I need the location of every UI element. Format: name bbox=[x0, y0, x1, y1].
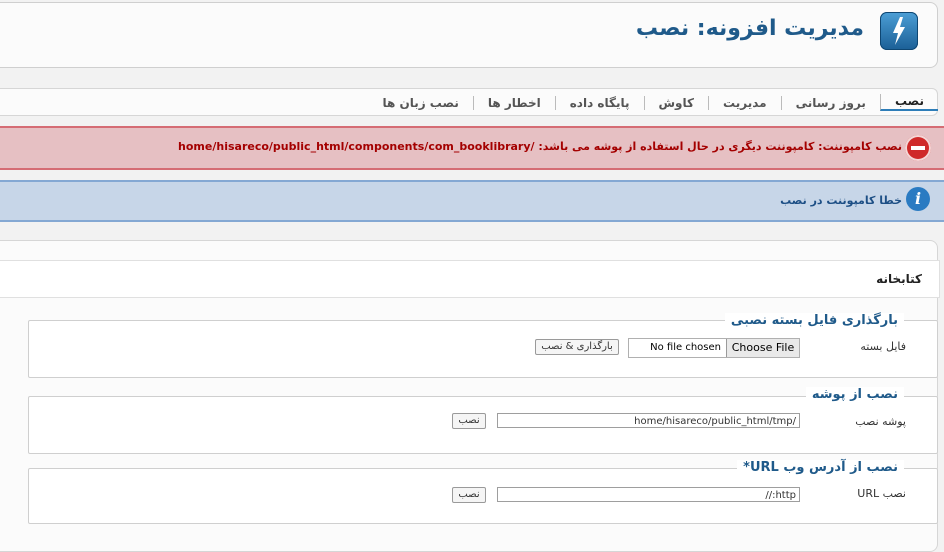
install-folder-label: پوشه نصب bbox=[855, 415, 906, 428]
no-file-text: No file chosen bbox=[650, 342, 721, 353]
info-message: خطا کامپوننت در نصب bbox=[780, 194, 902, 207]
info-icon: i bbox=[906, 187, 930, 211]
error-message: نصب کامپوننت: کامپوننت دیگری در حال استف… bbox=[178, 140, 902, 153]
error-minus-icon bbox=[905, 135, 931, 161]
upload-legend: بارگذاری فایل بسته نصبی bbox=[724, 313, 904, 328]
install-folder-input[interactable]: /home/hisareco/public_html/tmp bbox=[497, 413, 800, 428]
url-legend: نصب از آدرس وب URL* bbox=[737, 460, 904, 475]
install-url-input[interactable]: http:// bbox=[497, 487, 800, 502]
section-title-bar bbox=[0, 260, 940, 298]
tabs: نصب بروز رسانی مدیریت کاوش پایگاه داده ا… bbox=[368, 94, 938, 111]
bolt-icon-graphic bbox=[893, 17, 905, 45]
package-file-label: فایل بسته bbox=[860, 340, 906, 353]
tab-database[interactable]: پایگاه داده bbox=[554, 95, 644, 110]
install-url-label: نصب URL bbox=[857, 487, 906, 500]
upload-package-fieldset bbox=[28, 320, 938, 378]
bolt-icon bbox=[880, 12, 918, 50]
tab-update[interactable]: بروز رسانی bbox=[780, 95, 880, 110]
url-install-button[interactable]: نصب bbox=[452, 487, 486, 503]
tab-warnings[interactable]: اخطار ها bbox=[472, 95, 555, 110]
tab-install-languages[interactable]: نصب زبان ها bbox=[368, 96, 472, 110]
section-title: کتابخانه bbox=[876, 272, 922, 286]
upload-install-button[interactable]: بارگذاری & نصب bbox=[535, 339, 619, 355]
tab-manage[interactable]: مدیریت bbox=[708, 95, 781, 110]
folder-legend: نصب از پوشه bbox=[805, 387, 904, 402]
tab-install[interactable]: نصب bbox=[879, 94, 938, 111]
tab-discover[interactable]: کاوش bbox=[643, 95, 709, 110]
folder-install-button[interactable]: نصب bbox=[452, 413, 486, 429]
page-title: مدیریت افزونه: نصب bbox=[635, 16, 864, 41]
package-file-input[interactable]: Choose File No file chosen bbox=[628, 338, 800, 358]
choose-file-button[interactable]: Choose File bbox=[726, 339, 799, 357]
